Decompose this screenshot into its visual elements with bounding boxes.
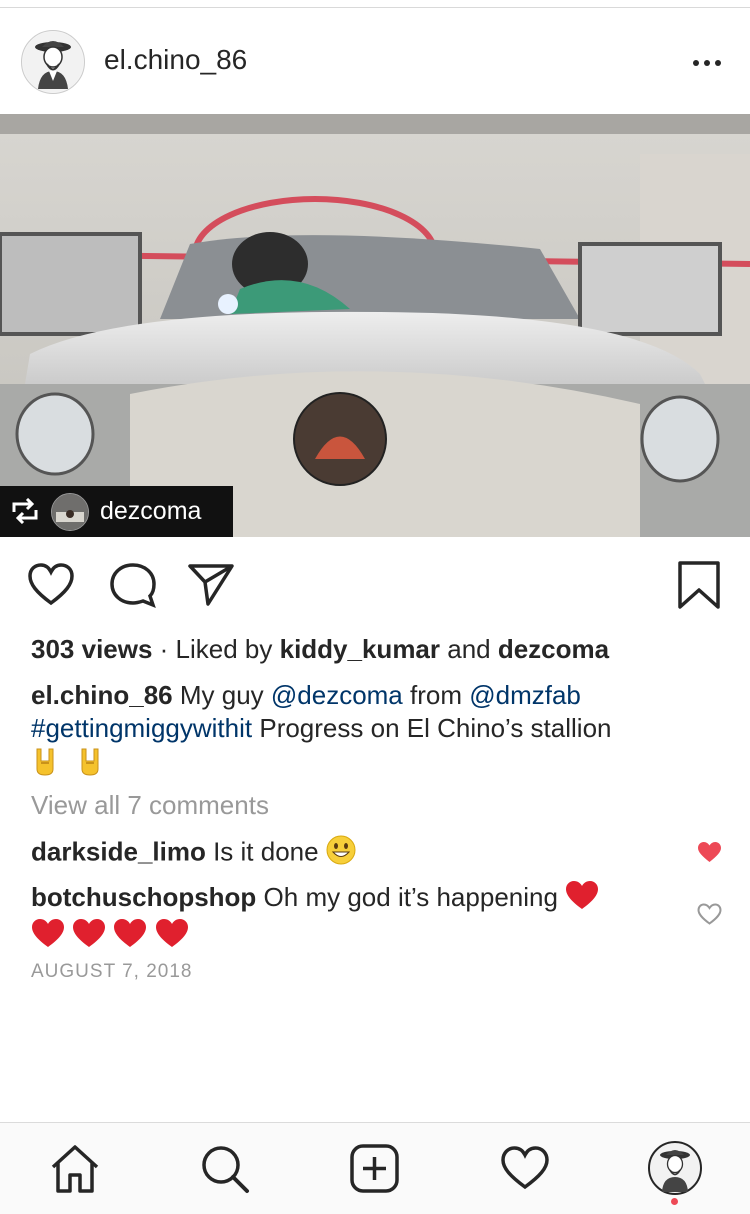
- red-heart-emoji-icon: [72, 918, 106, 956]
- share-icon[interactable]: [186, 560, 236, 610]
- heart-icon[interactable]: [26, 560, 76, 610]
- repost-avatar: [51, 493, 89, 531]
- bottom-tab-bar: [0, 1122, 750, 1214]
- comment-item: darkside_limo Is it done: [31, 835, 721, 872]
- activity-heart-icon[interactable]: [499, 1143, 551, 1195]
- post-date: AUGUST 7, 2018: [31, 961, 193, 982]
- new-post-icon[interactable]: [349, 1143, 401, 1195]
- mention-link[interactable]: @dmzfab: [469, 680, 581, 710]
- hashtag-link[interactable]: #gettingmiggywithit: [31, 713, 252, 743]
- caption-text: Progress on El Chino’s stallion: [252, 713, 612, 743]
- red-heart-emoji-icon: [155, 918, 189, 956]
- notification-dot: [671, 1198, 678, 1205]
- red-heart-emoji-icon: [113, 918, 147, 956]
- post-username[interactable]: el.chino_86: [104, 44, 247, 76]
- home-icon[interactable]: [49, 1143, 101, 1195]
- caption-username[interactable]: el.chino_86: [31, 680, 173, 710]
- liker-link[interactable]: dezcoma: [498, 634, 609, 664]
- comment-like-heart-icon[interactable]: [697, 903, 722, 930]
- views-count[interactable]: 303 views: [31, 634, 152, 664]
- profile-avatar[interactable]: [647, 1140, 703, 1196]
- liked-by-text: · Liked by: [152, 634, 280, 664]
- comment-like-heart-icon[interactable]: [697, 841, 722, 868]
- status-separator: [0, 0, 750, 8]
- grinning-emoji-icon: [326, 835, 356, 872]
- red-heart-emoji-icon: [565, 880, 599, 918]
- caption-text: from: [402, 680, 470, 710]
- action-bar: [0, 545, 750, 625]
- comment-username[interactable]: darkside_limo: [31, 836, 206, 866]
- bookmark-icon[interactable]: [675, 560, 725, 610]
- mention-link[interactable]: @dezcoma: [271, 680, 403, 710]
- user-avatar[interactable]: [21, 30, 85, 94]
- repost-tag[interactable]: dezcoma: [0, 486, 233, 537]
- rock-hand-emoji-icon: [31, 745, 61, 785]
- more-icon[interactable]: [685, 43, 729, 73]
- comment-username[interactable]: botchuschopshop: [31, 882, 256, 912]
- post-photo[interactable]: [0, 114, 750, 537]
- red-heart-emoji-icon: [31, 918, 65, 956]
- liker-link[interactable]: kiddy_kumar: [280, 634, 440, 664]
- repost-username: dezcoma: [100, 497, 202, 525]
- and-text: and: [440, 634, 498, 664]
- comment-text: Oh my god it’s happening: [256, 882, 566, 912]
- comment-icon[interactable]: [108, 560, 158, 610]
- caption: el.chino_86 My guy @dezcoma from @dmzfab…: [31, 679, 721, 785]
- likes-line: 303 views · Liked by kiddy_kumar and dez…: [31, 633, 721, 665]
- comment-item: botchuschopshop Oh my god it’s happening: [31, 880, 671, 956]
- view-all-comments[interactable]: View all 7 comments: [31, 789, 721, 821]
- comment-text: Is it done: [205, 836, 326, 867]
- post-header: el.chino_86: [0, 8, 750, 114]
- repost-icon: [10, 497, 40, 529]
- search-icon[interactable]: [199, 1143, 251, 1195]
- caption-text: My guy: [172, 680, 271, 710]
- rock-hand-emoji-icon: [76, 745, 106, 785]
